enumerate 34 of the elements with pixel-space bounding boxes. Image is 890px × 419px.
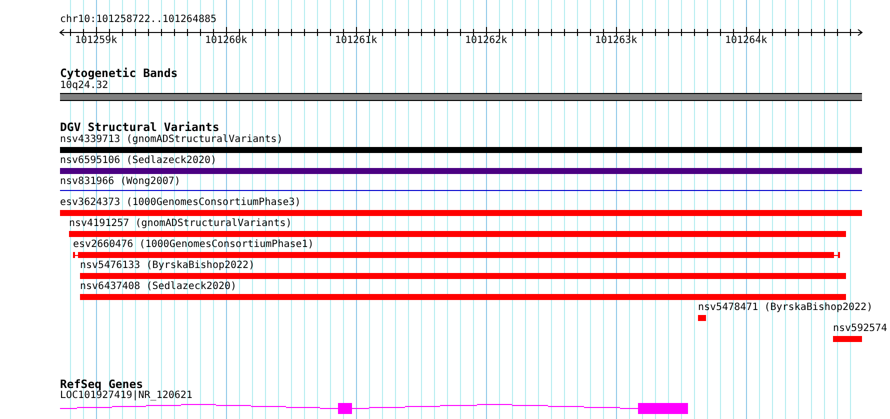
ruler-tick-label: 101260k <box>205 36 248 46</box>
variant-label: nsv6437408 (Sedlazeck2020) <box>80 282 237 292</box>
ruler-tick-label: 101264k <box>725 36 768 46</box>
variant-label: nsv831966 (Wong2007) <box>60 177 180 187</box>
track-title: DGV Structural Variants <box>60 122 220 134</box>
gene-label: LOC101927419|NR_120621 <box>60 391 192 401</box>
variant-bar[interactable] <box>60 168 862 174</box>
ruler-tick-label: 101262k <box>465 36 508 46</box>
track-title: Cytogenetic Bands <box>60 68 178 80</box>
variant-label: esv3624373 (1000GenomesConsortiumPhase3) <box>60 198 301 208</box>
band-label: 10q24.32 <box>60 81 108 91</box>
variant-bar[interactable] <box>833 336 862 342</box>
variant-bar[interactable] <box>698 315 706 321</box>
track-title: RefSeq Genes <box>60 379 144 390</box>
variant-bar[interactable] <box>80 273 846 279</box>
variant-line[interactable] <box>60 190 862 191</box>
variant-label: nsv592574 <box>833 324 888 334</box>
variant-label: nsv4191257 (gnomADStructuralVariants) <box>69 219 292 229</box>
variant-label: nsv6595106 (Sedlazeck2020) <box>60 156 217 166</box>
variant-bar[interactable] <box>69 231 846 237</box>
ruler-tick-label: 101261k <box>335 36 378 46</box>
gene-model-drawing[interactable] <box>60 403 688 414</box>
variant-bar[interactable] <box>60 147 862 153</box>
variant-label: esv2660476 (1000GenomesConsortiumPhase1) <box>73 240 314 250</box>
location-label: chr10:101258722..101264885 <box>60 15 217 25</box>
variant-bar[interactable] <box>80 294 846 300</box>
variant-bar[interactable] <box>60 210 862 216</box>
variant-label: nsv4339713 (gnomADStructuralVariants) <box>60 135 283 145</box>
variant-label: nsv5476133 (ByrskaBishop2022) <box>80 261 255 271</box>
ruler-tick-label: 101259k <box>75 36 118 46</box>
variant-bar[interactable] <box>73 252 840 258</box>
variant-label: nsv5478471 (ByrskaBishop2022) <box>698 303 873 313</box>
cytoband-bar[interactable] <box>60 93 862 101</box>
ruler-tick-label: 101263k <box>595 36 638 46</box>
